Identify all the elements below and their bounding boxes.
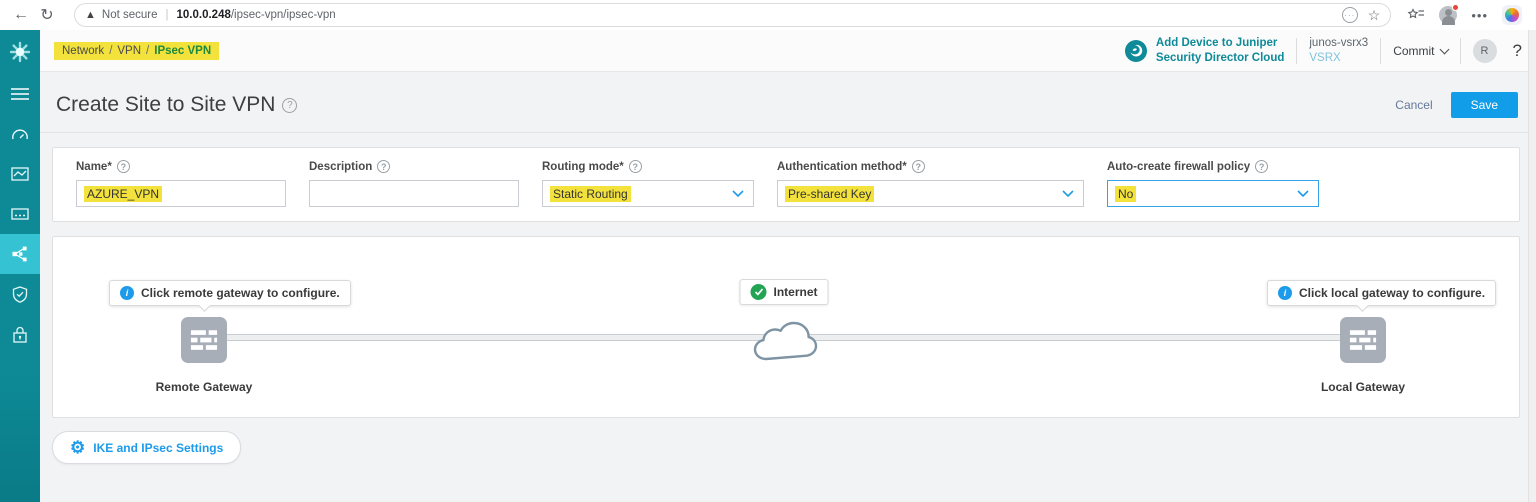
divider	[1380, 37, 1382, 64]
url-separator: |	[165, 9, 169, 21]
name-help-icon[interactable]: ?	[116, 160, 130, 173]
scrollbar[interactable]	[1528, 30, 1536, 502]
auto-policy-label: Auto-create firewall policy	[1107, 160, 1251, 173]
routing-mode-label: Routing mode*	[542, 160, 624, 173]
chevron-down-icon	[732, 189, 744, 197]
description-label: Description	[309, 160, 373, 173]
menu-icon	[11, 88, 29, 100]
internet-badge: Internet	[739, 279, 829, 305]
field-auto-create-policy: Auto-create firewall policy? No	[1107, 160, 1319, 207]
main-content: Network / VPN / IPsec VPN Add Device to Juni…	[40, 30, 1536, 502]
page-title-row: Create Site to Site VPN ? Cancel Save	[40, 72, 1536, 133]
copilot-icon[interactable]	[1502, 5, 1522, 25]
page-title: Create Site to Site VPN	[56, 93, 276, 116]
device-console-icon	[11, 208, 29, 220]
field-description: Description?	[309, 160, 519, 207]
auto-policy-help-icon[interactable]: ?	[1255, 160, 1269, 173]
favorite-star-icon[interactable]: ☆	[1368, 7, 1381, 24]
user-avatar[interactable]: R	[1472, 38, 1497, 63]
sidebar-item-menu[interactable]	[0, 74, 40, 114]
divider	[1459, 37, 1461, 64]
network-share-icon	[12, 246, 27, 262]
cancel-button[interactable]: Cancel	[1395, 98, 1432, 112]
app-header: Network / VPN / IPsec VPN Add Device to Juni…	[40, 30, 1536, 72]
auto-policy-select[interactable]: No	[1107, 180, 1319, 207]
info-icon: i	[1278, 286, 1292, 300]
sidebar-item-device[interactable]	[0, 194, 40, 234]
dashboard-gauge-icon	[12, 129, 28, 140]
not-secure-warning-icon: ▲	[85, 9, 96, 21]
name-label: Name*	[76, 160, 112, 173]
gear-icon: ⚙	[70, 438, 86, 457]
auth-method-help-icon[interactable]: ?	[911, 160, 925, 173]
auth-method-select[interactable]: Pre-shared Key	[777, 180, 1084, 207]
browser-menu-icon[interactable]: •••	[1471, 8, 1488, 23]
browser-bar: ← ↻ ▲ Not secure | 10.0.0.248 /ipsec-vpn…	[0, 0, 1536, 30]
device-model: VSRX	[1309, 51, 1341, 64]
lock-icon	[13, 326, 27, 343]
monitor-chart-icon	[11, 167, 29, 181]
breadcrumb-network[interactable]: Network	[62, 45, 104, 57]
reload-icon[interactable]: ↻	[34, 2, 60, 28]
device-info: junos-vsrx3 VSRX	[1309, 36, 1368, 66]
name-input[interactable]: AZURE_VPN	[76, 180, 286, 207]
browser-profile-icon[interactable]	[1439, 4, 1460, 25]
sidebar-item-dashboard[interactable]	[0, 114, 40, 154]
profile-notification-dot	[1452, 4, 1460, 11]
vpn-form-card: Name*? AZURE_VPN Description? Routing mo…	[52, 147, 1520, 222]
field-authentication-method: Authentication method*? Pre-shared Key	[777, 160, 1084, 207]
back-icon[interactable]: ←	[8, 2, 34, 28]
url-host: 10.0.0.248	[176, 9, 231, 21]
divider	[1296, 37, 1298, 64]
save-button[interactable]: Save	[1450, 92, 1518, 118]
routing-mode-help-icon[interactable]: ?	[628, 160, 642, 173]
routing-mode-select[interactable]: Static Routing	[542, 180, 754, 207]
left-nav-sidebar	[0, 30, 40, 502]
breadcrumb-ipsec-vpn[interactable]: IPsec VPN	[154, 45, 211, 57]
url-path: /ipsec-vpn/ipsec-vpn	[230, 9, 336, 21]
chevron-down-icon	[1297, 189, 1309, 197]
local-gateway-label: Local Gateway	[1320, 380, 1406, 394]
sidebar-item-security-policies[interactable]	[0, 274, 40, 314]
remote-gateway-tooltip: i Click remote gateway to configure.	[109, 280, 351, 306]
sidebar-item-monitor[interactable]	[0, 154, 40, 194]
sidebar-item-security-services[interactable]	[0, 314, 40, 354]
vpn-topology-card: i Click remote gateway to configure. Rem…	[52, 236, 1520, 418]
sidebar-item-network[interactable]	[0, 234, 40, 274]
ike-ipsec-settings-button[interactable]: ⚙ IKE and IPsec Settings	[52, 431, 242, 464]
juniper-flower-logo-icon	[0, 30, 40, 74]
firewall-bricks-icon	[1349, 329, 1377, 350]
remote-gateway-label: Remote Gateway	[155, 380, 253, 394]
address-bar[interactable]: ▲ Not secure | 10.0.0.248 /ipsec-vpn/ips…	[74, 3, 1392, 27]
breadcrumb[interactable]: Network / VPN / IPsec VPN	[54, 41, 220, 60]
check-icon	[750, 284, 767, 300]
chevron-down-icon	[1062, 189, 1074, 197]
breadcrumb-vpn[interactable]: VPN	[117, 45, 141, 57]
field-routing-mode: Routing mode*? Static Routing	[542, 160, 754, 207]
collections-icon[interactable]	[1407, 7, 1425, 23]
firewall-bricks-icon	[190, 329, 218, 350]
info-icon: i	[120, 286, 134, 300]
chevron-down-icon	[1439, 44, 1449, 54]
field-name: Name*? AZURE_VPN	[76, 160, 286, 207]
description-input[interactable]	[309, 180, 519, 207]
juniper-cloud-logo-icon	[1124, 39, 1147, 62]
title-help-icon[interactable]: ?	[282, 97, 298, 113]
commit-dropdown[interactable]: Commit	[1393, 44, 1449, 58]
help-icon[interactable]: ?	[1513, 41, 1522, 61]
add-device-link[interactable]: Add Device to Juniper Security Director …	[1156, 36, 1284, 65]
auth-method-label: Authentication method*	[777, 160, 907, 173]
internet-cloud-icon[interactable]	[752, 320, 818, 369]
security-shield-icon	[12, 285, 28, 303]
device-hostname: junos-vsrx3	[1309, 36, 1369, 49]
not-secure-label: Not secure	[101, 9, 158, 21]
remote-gateway-icon[interactable]	[181, 317, 227, 363]
description-help-icon[interactable]: ?	[377, 160, 391, 173]
reader-dots-icon[interactable]: ···	[1341, 7, 1358, 23]
local-gateway-tooltip: i Click local gateway to configure.	[1267, 280, 1497, 306]
local-gateway-icon[interactable]	[1340, 317, 1386, 363]
